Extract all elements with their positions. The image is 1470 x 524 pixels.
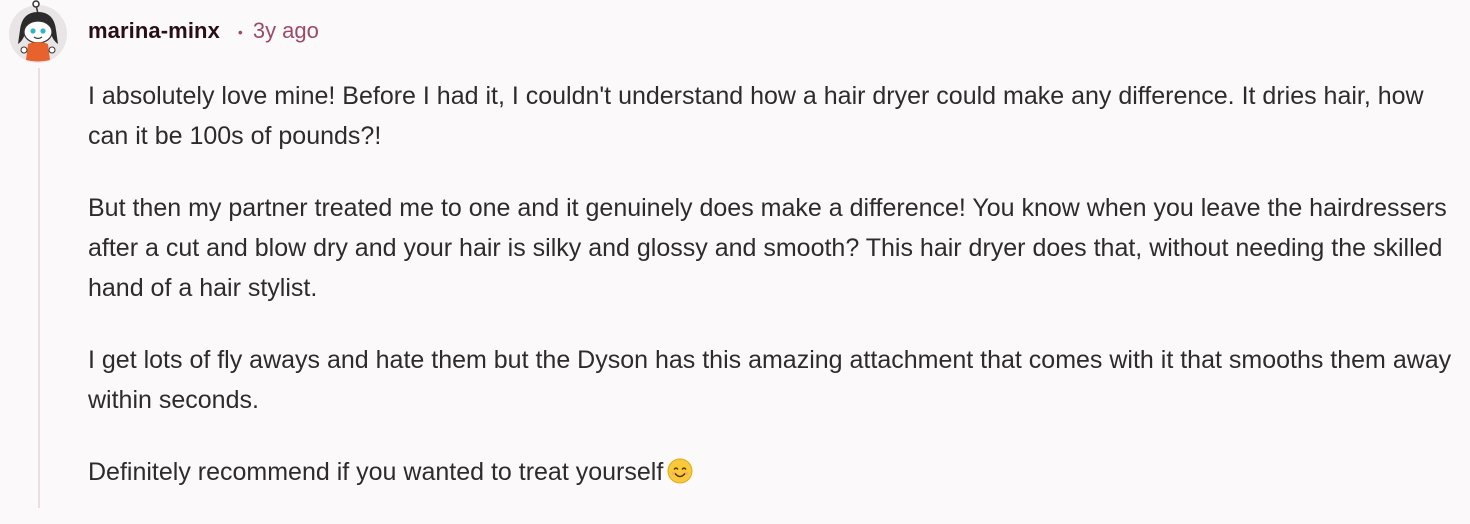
smiling-face-emoji-icon: [667, 458, 693, 484]
comment-paragraph-4: Definitely recommend if you wanted to tr…: [88, 458, 664, 486]
comment-body: I absolutely love mine! Before I had it,…: [88, 76, 1458, 524]
comment-paragraph-4-wrapper: Definitely recommend if you wanted to tr…: [88, 452, 1458, 492]
comment-paragraph-1: I absolutely love mine! Before I had it,…: [88, 82, 1424, 150]
username-link[interactable]: marina-minx: [88, 18, 220, 44]
thread-line[interactable]: [38, 68, 40, 508]
comment-paragraph-3: I get lots of fly aways and hate them bu…: [88, 346, 1452, 414]
meta-separator: •: [237, 24, 243, 40]
user-avatar[interactable]: [6, 0, 70, 64]
comment-header: marina-minx • 3y ago: [88, 14, 319, 48]
snoo-avatar-icon: [9, 0, 67, 63]
comment-timestamp[interactable]: 3y ago: [253, 18, 319, 44]
comment-paragraph-2: But then my partner treated me to one an…: [88, 194, 1447, 302]
